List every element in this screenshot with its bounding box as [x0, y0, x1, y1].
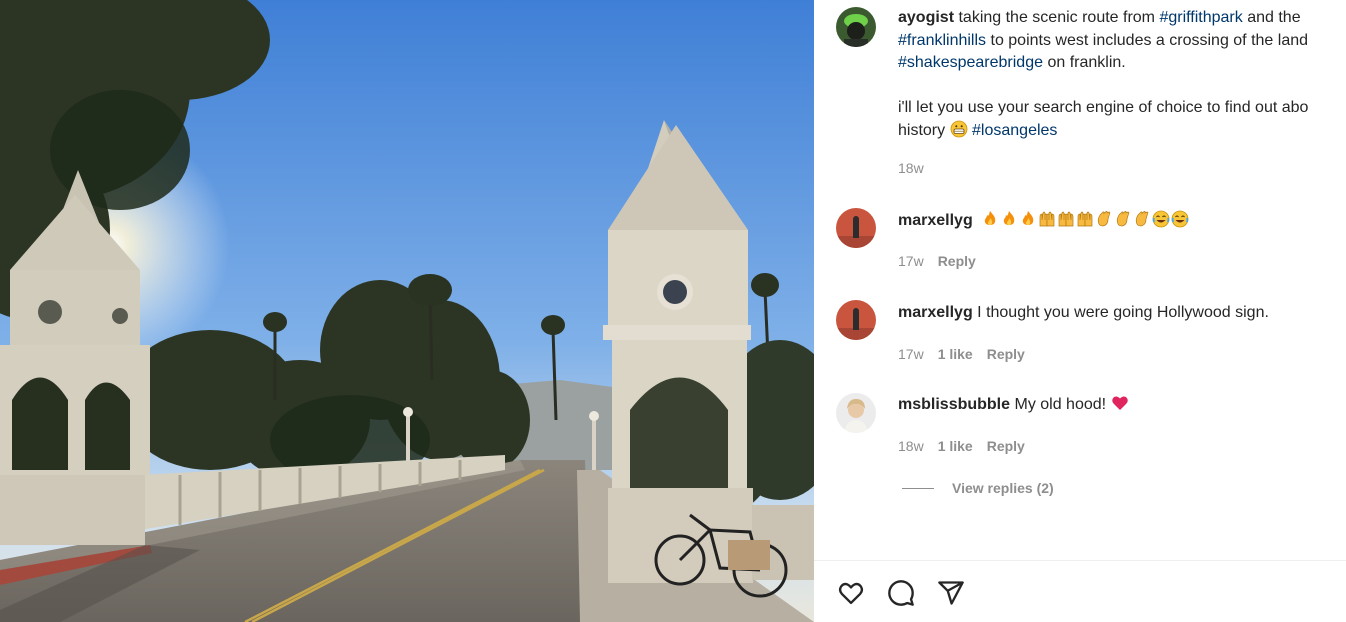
hashtag-griffithpark[interactable]: #griffithpark: [1159, 9, 1242, 26]
reply-button[interactable]: Reply: [987, 346, 1025, 362]
view-replies-line: [902, 487, 934, 489]
post-caption: ayogist taking the scenic route from #gr…: [898, 9, 1309, 139]
hashtag-franklinhills[interactable]: #franklinhills: [898, 32, 986, 49]
post-photo[interactable]: [0, 0, 814, 622]
comment-3: msblissbubble My old hood!: [898, 394, 1346, 417]
post-author-avatar[interactable]: [836, 7, 876, 47]
comment-username[interactable]: msblissbubble: [898, 396, 1010, 413]
grimacing-face-emoji: [950, 120, 968, 138]
fire-emoji: [1000, 210, 1018, 228]
comment-icon[interactable]: [886, 578, 916, 608]
joy-face-emoji: [1152, 210, 1170, 228]
comment-emoji-list: [981, 210, 1189, 228]
comment-time[interactable]: 17w: [898, 346, 924, 362]
share-icon[interactable]: [936, 578, 966, 608]
comment-2: marxellyg I thought you were going Holly…: [898, 302, 1346, 325]
raising-hands-emoji: [1038, 210, 1056, 228]
clapping-hands-emoji: [1114, 210, 1132, 228]
comment-3-meta: 18w 1 like Reply: [898, 438, 1025, 454]
comment-avatar[interactable]: [836, 208, 876, 248]
raising-hands-emoji: [1076, 210, 1094, 228]
fire-emoji: [1019, 210, 1037, 228]
actions-divider: [814, 560, 1346, 561]
post-meta: 18w: [898, 160, 924, 176]
post-time[interactable]: 18w: [898, 160, 924, 176]
hashtag-losangeles[interactable]: #losangeles: [972, 122, 1057, 139]
clapping-hands-emoji: [1133, 210, 1151, 228]
comment-username[interactable]: marxellyg: [898, 212, 973, 229]
action-bar: [836, 578, 966, 608]
reply-button[interactable]: Reply: [938, 253, 976, 269]
comment-text: My old hood!: [1014, 396, 1107, 413]
reply-button[interactable]: Reply: [987, 438, 1025, 454]
clapping-hands-emoji: [1095, 210, 1113, 228]
red-heart-emoji: [1111, 394, 1129, 412]
comment-1: marxellyg: [898, 210, 1346, 233]
comment-likes[interactable]: 1 like: [938, 346, 973, 362]
comment-username[interactable]: marxellyg: [898, 304, 973, 321]
comment-avatar[interactable]: [836, 300, 876, 340]
comments-panel: ayogist taking the scenic route from #gr…: [814, 0, 1346, 622]
comment-text: I thought you were going Hollywood sign.: [977, 304, 1269, 321]
comment-1-meta: 17w Reply: [898, 253, 976, 269]
joy-face-emoji: [1171, 210, 1189, 228]
comment-likes[interactable]: 1 like: [938, 438, 973, 454]
fire-emoji: [981, 210, 999, 228]
hashtag-shakespearebridge[interactable]: #shakespearebridge: [898, 54, 1043, 71]
comment-time[interactable]: 17w: [898, 253, 924, 269]
raising-hands-emoji: [1057, 210, 1075, 228]
post-author-username[interactable]: ayogist: [898, 9, 954, 26]
comment-2-meta: 17w 1 like Reply: [898, 346, 1025, 362]
view-replies-button[interactable]: View replies (2): [902, 480, 1054, 496]
comment-time[interactable]: 18w: [898, 438, 924, 454]
comment-avatar[interactable]: [836, 393, 876, 433]
heart-icon[interactable]: [836, 578, 866, 608]
view-replies-label[interactable]: View replies (2): [952, 480, 1054, 496]
